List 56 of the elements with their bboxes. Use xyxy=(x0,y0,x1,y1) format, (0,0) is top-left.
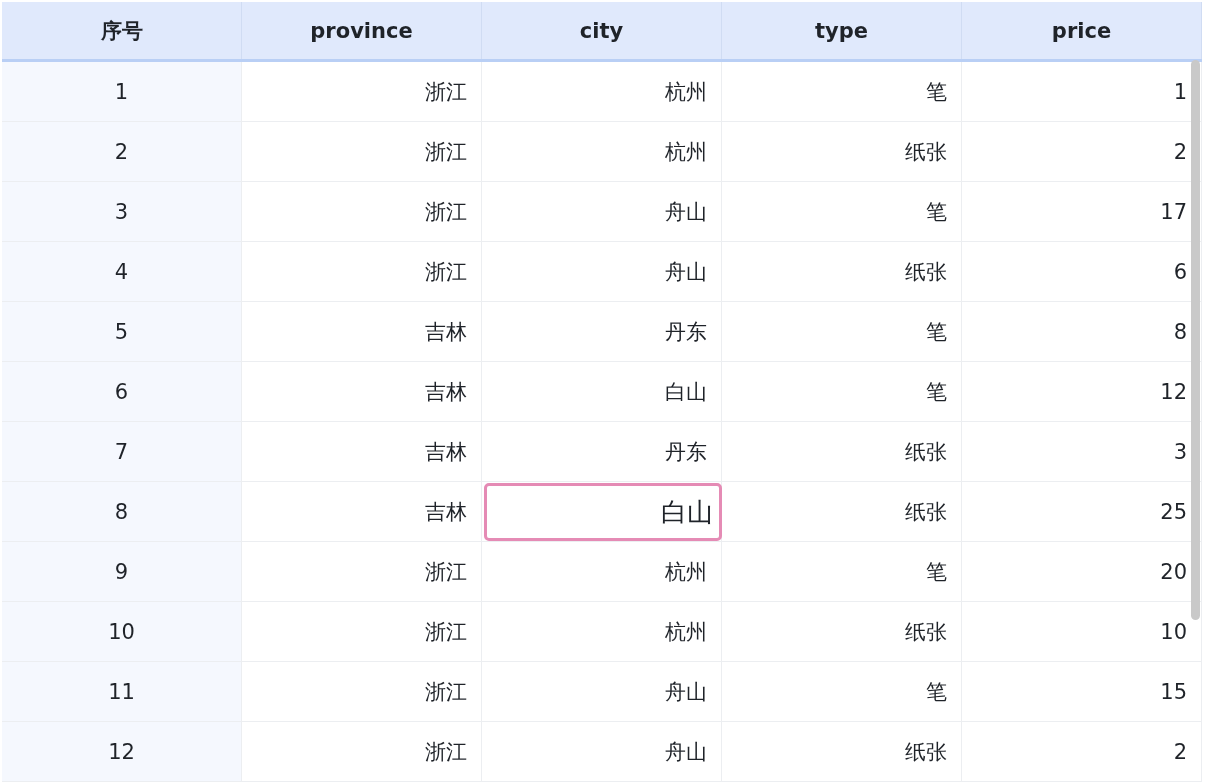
table-cell: 吉林 xyxy=(242,422,482,481)
row-number: 1 xyxy=(2,62,242,121)
table-cell: 纸张 xyxy=(722,422,962,481)
table-cell: 舟山 xyxy=(482,722,722,781)
table-cell: 浙江 xyxy=(242,62,482,121)
table-cell: 杭州 xyxy=(482,62,722,121)
cell-input[interactable]: 白山 xyxy=(484,483,722,541)
table-cell: 浙江 xyxy=(242,602,482,661)
table-cell: 浙江 xyxy=(242,122,482,181)
column-header[interactable]: province xyxy=(242,2,482,59)
column-header[interactable]: city xyxy=(482,2,722,59)
table-cell: 笔 xyxy=(722,62,962,121)
table-cell: 浙江 xyxy=(242,662,482,721)
table-cell: 丹东 xyxy=(482,422,722,481)
table-cell: 杭州 xyxy=(482,122,722,181)
row-number: 11 xyxy=(2,662,242,721)
column-header[interactable]: 序号 xyxy=(2,2,242,59)
row-number: 6 xyxy=(2,362,242,421)
column-header[interactable]: price xyxy=(962,2,1202,59)
table-cell: 丹东 xyxy=(482,302,722,361)
table-cell: 纸张 xyxy=(722,602,962,661)
row-number: 2 xyxy=(2,122,242,181)
table-cell: 吉林 xyxy=(242,482,482,541)
table-cell: 吉林 xyxy=(242,302,482,361)
table-cell: 浙江 xyxy=(242,542,482,601)
scrollbar[interactable] xyxy=(1191,60,1200,620)
table-cell: 吉林 xyxy=(242,362,482,421)
table-cell: 杭州 xyxy=(482,602,722,661)
row-number: 12 xyxy=(2,722,242,781)
table-cell: 舟山 xyxy=(482,242,722,301)
table-cell: 纸张 xyxy=(722,482,962,541)
row-number: 10 xyxy=(2,602,242,661)
table-cell: 笔 xyxy=(722,302,962,361)
table-cell: 笔 xyxy=(722,542,962,601)
table-cell: 纸张 xyxy=(722,722,962,781)
row-number: 9 xyxy=(2,542,242,601)
column-header[interactable]: type xyxy=(722,2,962,59)
table-cell: 白山 xyxy=(482,362,722,421)
table-cell: 舟山 xyxy=(482,182,722,241)
table-cell: 浙江 xyxy=(242,242,482,301)
table-cell: 舟山 xyxy=(482,662,722,721)
table-cell: 杭州 xyxy=(482,542,722,601)
table-cell: 笔 xyxy=(722,362,962,421)
table-cell: 15 xyxy=(962,662,1202,721)
table-cell: 纸张 xyxy=(722,242,962,301)
row-number: 7 xyxy=(2,422,242,481)
table-cell: 笔 xyxy=(722,662,962,721)
table-cell: 浙江 xyxy=(242,722,482,781)
row-number: 8 xyxy=(2,482,242,541)
table-cell: 纸张 xyxy=(722,122,962,181)
row-number: 3 xyxy=(2,182,242,241)
row-number: 5 xyxy=(2,302,242,361)
table-cell: 2 xyxy=(962,722,1202,781)
table-cell: 笔 xyxy=(722,182,962,241)
table-cell: 浙江 xyxy=(242,182,482,241)
row-number: 4 xyxy=(2,242,242,301)
